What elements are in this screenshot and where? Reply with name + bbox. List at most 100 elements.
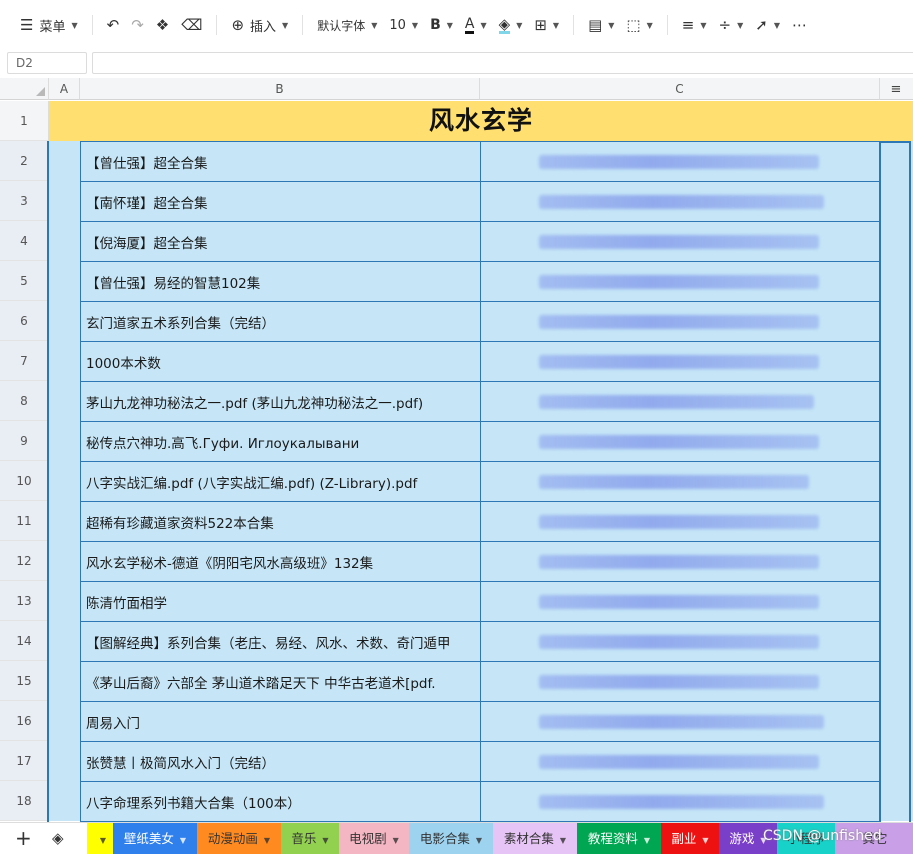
link-cell[interactable]: [480, 341, 880, 382]
cell-a[interactable]: [49, 341, 80, 381]
sheet-tab[interactable]: 副业 ▼: [661, 823, 719, 854]
row-header[interactable]: 1: [0, 101, 49, 141]
link-cell[interactable]: [480, 141, 880, 182]
row-header[interactable]: 3: [0, 181, 49, 221]
link-cell[interactable]: [480, 621, 880, 662]
row-header[interactable]: 13: [0, 581, 49, 621]
format-painter-button[interactable]: ❖: [150, 11, 175, 39]
row-header[interactable]: 18: [0, 781, 49, 821]
row-header[interactable]: 2: [0, 141, 49, 181]
link-cell[interactable]: [480, 581, 880, 622]
fill-color-button[interactable]: ◈ ▼: [493, 11, 529, 39]
link-cell[interactable]: [480, 301, 880, 342]
text-rotate-button[interactable]: ➚ ▼: [749, 11, 786, 39]
link-cell[interactable]: [480, 261, 880, 302]
table-style-button[interactable]: ▤ ▼: [582, 11, 620, 39]
resource-name-cell[interactable]: 【图解经典】系列合集（老庄、易经、风水、术数、奇门遁甲: [80, 621, 480, 662]
cell-name-box[interactable]: D2: [7, 52, 87, 74]
undo-button[interactable]: ↶: [101, 11, 126, 39]
sheet-tab[interactable]: 动漫动画 ▼: [197, 823, 281, 854]
cell-a[interactable]: [49, 181, 80, 221]
row-header[interactable]: 12: [0, 541, 49, 581]
menu-button[interactable]: ☰ 菜单 ▼: [14, 11, 84, 39]
resource-name-cell[interactable]: 陈清竹面相学: [80, 581, 480, 622]
sheet-tab[interactable]: 教程资料 ▼: [577, 823, 661, 854]
link-cell[interactable]: [480, 181, 880, 222]
insert-button[interactable]: ⊕ 插入 ▼: [225, 11, 294, 39]
row-header[interactable]: 15: [0, 661, 49, 701]
cell-a[interactable]: [49, 261, 80, 301]
font-color-button[interactable]: A ▼: [459, 11, 493, 39]
link-cell[interactable]: [480, 781, 880, 822]
link-cell[interactable]: [480, 741, 880, 782]
row-header[interactable]: 8: [0, 381, 49, 421]
resource-name-cell[interactable]: 周易入门: [80, 701, 480, 742]
resource-name-cell[interactable]: 八字命理系列书籍大合集（100本）: [80, 781, 480, 822]
link-cell[interactable]: [480, 541, 880, 582]
sheet-tab[interactable]: ▼: [87, 823, 113, 854]
cell-a[interactable]: [49, 581, 80, 621]
row-header[interactable]: 16: [0, 701, 49, 741]
link-cell[interactable]: [480, 701, 880, 742]
cell-a[interactable]: [49, 301, 80, 341]
resource-name-cell[interactable]: 八字实战汇编.pdf (八字实战汇编.pdf) (Z-Library).pdf: [80, 461, 480, 502]
row-header[interactable]: 5: [0, 261, 49, 301]
cell-a[interactable]: [49, 221, 80, 261]
vertical-align-button[interactable]: ÷ ▼: [713, 11, 750, 39]
cell-a[interactable]: [49, 541, 80, 581]
font-size-select[interactable]: 10 ▼: [383, 11, 424, 39]
redo-button[interactable]: ↷: [125, 11, 150, 39]
row-header[interactable]: 17: [0, 741, 49, 781]
link-cell[interactable]: [480, 461, 880, 502]
link-cell[interactable]: [480, 221, 880, 262]
resource-name-cell[interactable]: 张赞慧丨极简风水入门（完结）: [80, 741, 480, 782]
merge-cells-button[interactable]: ⬚ ▼: [620, 11, 658, 39]
cell-a[interactable]: [49, 781, 80, 821]
align-button[interactable]: ≡ ▼: [676, 11, 713, 39]
sheet-tab[interactable]: 音乐 ▼: [281, 823, 339, 854]
link-cell[interactable]: [480, 501, 880, 542]
sheet-tab[interactable]: 电影合集 ▼: [409, 823, 493, 854]
font-family-select[interactable]: 默认字体 ▼: [311, 11, 383, 39]
formula-input[interactable]: [92, 52, 913, 74]
cell-a[interactable]: [49, 421, 80, 461]
row-header[interactable]: 9: [0, 421, 49, 461]
column-header-b[interactable]: B: [80, 78, 480, 100]
sheet-list-icon[interactable]: ◈: [52, 829, 64, 847]
border-button[interactable]: ⊞ ▼: [528, 11, 565, 39]
row-header[interactable]: 7: [0, 341, 49, 381]
more-button[interactable]: ⋯: [786, 11, 813, 39]
resource-name-cell[interactable]: 风水玄学秘术-德道《阴阳宅风水高级班》132集: [80, 541, 480, 582]
row-header[interactable]: 14: [0, 621, 49, 661]
column-header-c[interactable]: C: [480, 78, 880, 100]
clear-format-button[interactable]: ⌫: [175, 11, 208, 39]
resource-name-cell[interactable]: 茅山九龙神功秘法之一.pdf (茅山九龙神功秘法之一.pdf): [80, 381, 480, 422]
cell-a[interactable]: [49, 501, 80, 541]
row-header[interactable]: 6: [0, 301, 49, 341]
freeze-column-icon[interactable]: ≡: [882, 80, 910, 99]
resource-name-cell[interactable]: 超稀有珍藏道家资料522本合集: [80, 501, 480, 542]
resource-name-cell[interactable]: 《茅山后裔》六部全 茅山道术踏足天下 中华古老道术[pdf.: [80, 661, 480, 702]
resource-name-cell[interactable]: 1000本术数: [80, 341, 480, 382]
cell-a[interactable]: [49, 701, 80, 741]
sheet-tab[interactable]: 壁纸美女 ▼: [113, 823, 197, 854]
resource-name-cell[interactable]: 【曾仕强】超全合集: [80, 141, 480, 182]
cell-a[interactable]: [49, 661, 80, 701]
link-cell[interactable]: [480, 661, 880, 702]
page-title[interactable]: 风水玄学: [49, 101, 913, 141]
resource-name-cell[interactable]: 【南怀瑾】超全合集: [80, 181, 480, 222]
resource-name-cell[interactable]: 【曾仕强】易经的智慧102集: [80, 261, 480, 302]
cell-a[interactable]: [49, 741, 80, 781]
row-header[interactable]: 4: [0, 221, 49, 261]
sheet-tab[interactable]: 电视剧 ▼: [339, 823, 409, 854]
row-header[interactable]: 11: [0, 501, 49, 541]
link-cell[interactable]: [480, 421, 880, 462]
add-sheet-icon[interactable]: +: [15, 827, 32, 849]
bold-button[interactable]: B ▼: [424, 11, 459, 39]
sheet-tab[interactable]: 素材合集 ▼: [493, 823, 577, 854]
cell-a[interactable]: [49, 621, 80, 661]
column-header-a[interactable]: A: [49, 78, 80, 100]
cell-a[interactable]: [49, 381, 80, 421]
resource-name-cell[interactable]: 【倪海厦】超全合集: [80, 221, 480, 262]
cell-a[interactable]: [49, 461, 80, 501]
